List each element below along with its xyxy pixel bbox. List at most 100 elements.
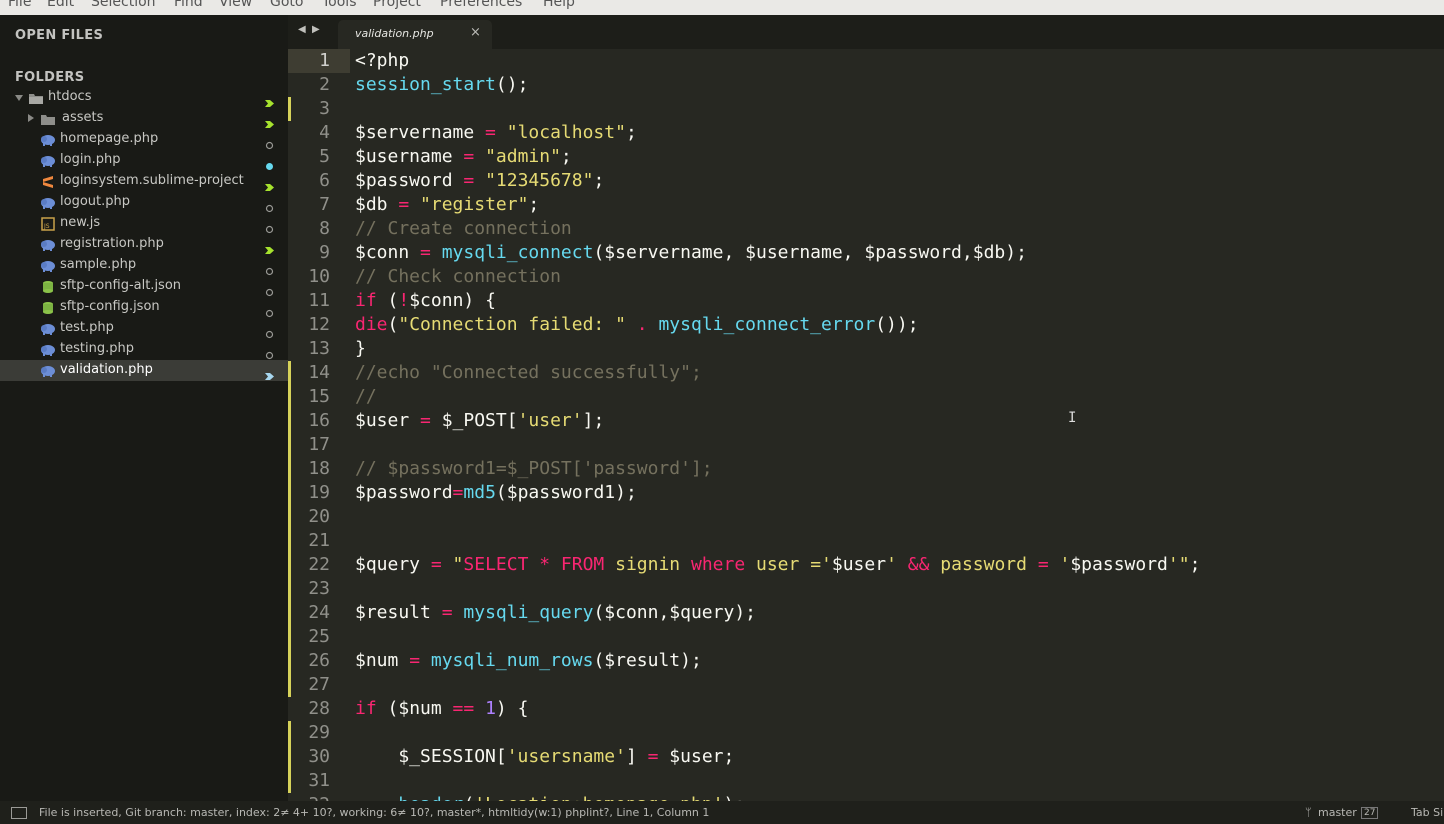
code-line[interactable]: 9 $conn = mysqli_connect($servername, $us… [288,241,1444,265]
line-number: 28 [308,698,330,719]
code-line[interactable]: 4 $servername = "localhost"; [288,121,1444,145]
code-line[interactable]: 6 $password = "12345678"; [288,169,1444,193]
tab-strip: ◀ ▶ validation.php × [288,15,1444,49]
tab-prev-icon[interactable]: ◀ [298,24,306,35]
code-text: $servername = "localhost"; [355,122,637,143]
code-line[interactable]: 32 header('Location:homepage.php'); [288,793,1444,801]
sidebar-item-sftp-config-json[interactable]: sftp-config.json [0,297,288,318]
tab-next-icon[interactable]: ▶ [312,24,320,35]
tab-size-indicator[interactable]: Tab Si [1411,806,1443,819]
menu-edit[interactable]: Edit [47,0,74,10]
git-status-icon [265,135,274,150]
code-line[interactable]: 26 $num = mysqli_num_rows($result); [288,649,1444,673]
sidebar: OPEN FILES FOLDERS htdocs assets homepage.… [0,15,288,801]
sidebar-item-label: htdocs [48,89,92,104]
code-line[interactable]: 12 die("Connection failed: " . mysqli_con… [288,313,1444,337]
line-number: 30 [308,746,330,767]
sidebar-item-sample-php[interactable]: sample.php [0,255,288,276]
sidebar-item-htdocs[interactable]: htdocs [0,87,288,108]
status-text: File is inserted, Git branch: master, in… [39,806,710,819]
code-line[interactable]: 18 // $password1=$_POST['password']; [288,457,1444,481]
menu-view[interactable]: View [219,0,252,10]
json-file-icon [40,279,56,293]
line-number: 3 [319,98,330,119]
sidebar-item-validation-php[interactable]: validation.php [0,360,288,381]
code-line[interactable]: 29 [288,721,1444,745]
sidebar-item-homepage-php[interactable]: homepage.php [0,129,288,150]
code-line[interactable]: 1 <?php [288,49,1444,73]
code-line[interactable]: 19 $password=md5($password1); [288,481,1444,505]
menu-find[interactable]: Find [174,0,203,10]
text-cursor-icon: I [1068,410,1077,426]
sidebar-item-assets[interactable]: assets [0,108,288,129]
code-line[interactable]: 11 if (!$conn) { [288,289,1444,313]
code-text: // [355,386,377,407]
sidebar-item-testing-php[interactable]: testing.php [0,339,288,360]
menu-goto[interactable]: Goto [270,0,303,10]
php-elephant-icon [40,258,56,272]
code-line[interactable]: 27 [288,673,1444,697]
sidebar-item-registration-php[interactable]: registration.php [0,234,288,255]
code-editor[interactable]: 1 <?php 2 session_start(); 3 4 $servername = "… [288,49,1444,801]
folder-icon [40,111,56,125]
code-text: die("Connection failed: " . mysqli_conne… [355,314,919,335]
line-number: 26 [308,650,330,671]
code-text: // $password1=$_POST['password']; [355,458,713,479]
code-line[interactable]: 31 [288,769,1444,793]
tab-close-icon[interactable]: × [470,25,481,40]
code-line[interactable]: 30 $_SESSION['usersname'] = $user; [288,745,1444,769]
menu-project[interactable]: Project [373,0,421,10]
sidebar-item-sftp-config-alt-json[interactable]: sftp-config-alt.json [0,276,288,297]
sidebar-item-test-php[interactable]: test.php [0,318,288,339]
php-elephant-icon [40,132,56,146]
code-line[interactable]: 15 // [288,385,1444,409]
git-status-icon [265,240,274,254]
sidebar-item-label: sample.php [60,257,137,272]
git-status-icon [265,156,274,170]
sidebar-item-login-php[interactable]: login.php [0,150,288,171]
menu-preferences[interactable]: Preferences [440,0,522,10]
panel-toggle-icon[interactable] [11,807,27,819]
code-line[interactable]: 13} [288,337,1444,361]
menu-file[interactable]: File [8,0,31,10]
php-elephant-icon [40,153,56,167]
code-line[interactable]: 2 session_start(); [288,73,1444,97]
menu-help[interactable]: Help [543,0,575,10]
code-line[interactable]: 10 // Check connection [288,265,1444,289]
menu-tools[interactable]: Tools [322,0,357,10]
code-line[interactable]: 24 $result = mysqli_query($conn,$query); [288,601,1444,625]
git-branch[interactable]: master [1318,806,1357,819]
line-number: 18 [308,458,330,479]
folder-open-icon [28,90,44,104]
code-line[interactable]: 20 [288,505,1444,529]
sidebar-item-new-js[interactable]: JS new.js [0,213,288,234]
code-line[interactable]: 28 if ($num == 1) { [288,697,1444,721]
expand-right-icon[interactable] [28,114,34,122]
code-line[interactable]: 25 [288,625,1444,649]
sidebar-item-label: sftp-config.json [60,299,160,314]
line-number: 29 [308,722,330,743]
status-bar: File is inserted, Git branch: master, in… [0,801,1444,824]
code-line[interactable]: 8 // Create connection [288,217,1444,241]
code-line[interactable]: 23 [288,577,1444,601]
code-text: $conn = mysqli_connect($servername, $use… [355,242,1027,263]
code-line[interactable]: 17 [288,433,1444,457]
php-elephant-icon [40,363,56,377]
expand-down-icon[interactable] [15,95,23,101]
code-line[interactable]: 14 //echo "Connected successfully"; [288,361,1444,385]
code-line[interactable]: 21 [288,529,1444,553]
code-text: } [355,338,366,359]
code-line[interactable]: 5 $username = "admin"; [288,145,1444,169]
sidebar-item-logout-php[interactable]: logout.php [0,192,288,213]
menu-selection[interactable]: Selection [91,0,156,10]
sidebar-item-label: homepage.php [60,131,159,146]
code-line[interactable]: 3 [288,97,1444,121]
code-line[interactable]: 7 $db = "register"; [288,193,1444,217]
code-line[interactable]: 22 $query = "SELECT * FROM signin where u… [288,553,1444,577]
line-number: 1 [319,50,330,71]
line-number: 19 [308,482,330,503]
sidebar-item-loginsystem-sublime-project[interactable]: loginsystem.sublime-project [0,171,288,192]
code-line[interactable]: 16 $user = $_POST['user']; [288,409,1444,433]
git-status-icon [265,324,274,339]
tab-validation-php[interactable]: validation.php × [338,20,492,49]
